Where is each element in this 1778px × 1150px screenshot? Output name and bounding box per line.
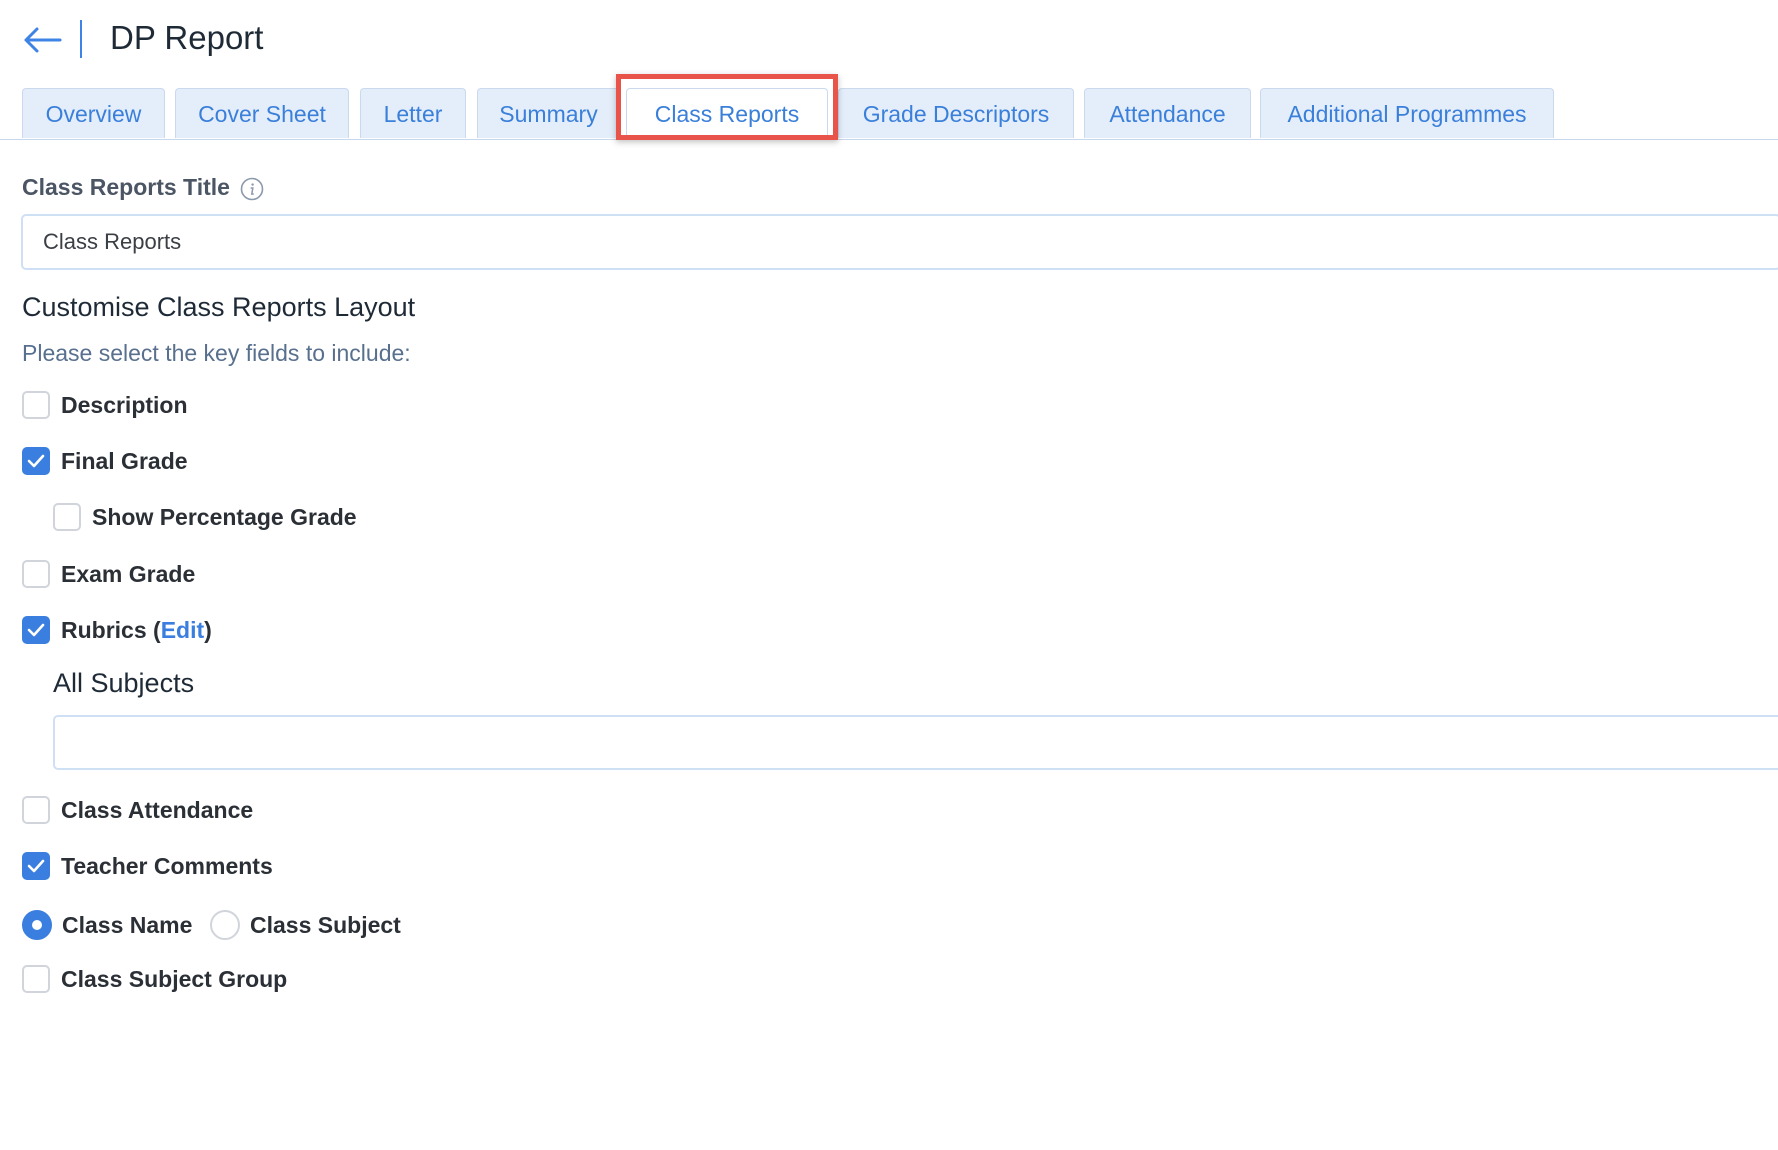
class-name-label: Class Name (62, 911, 193, 938)
class-subject-group-label: Class Subject Group (61, 965, 288, 992)
class-subject-group-option[interactable]: Class Subject Group (22, 965, 287, 993)
class-subject-group-checkbox[interactable] (22, 965, 50, 993)
rubrics-edit-link[interactable]: Edit (161, 617, 204, 644)
all-subjects-heading: All Subjects (53, 668, 195, 698)
tab-overview[interactable]: Overview (22, 88, 165, 138)
tab-class-reports[interactable]: Class Reports (626, 88, 828, 140)
class-subject-option[interactable]: Class Subject (210, 910, 401, 940)
exam-grade-checkbox[interactable] (22, 560, 50, 588)
show-percentage-checkbox[interactable] (53, 503, 81, 531)
tab-attendance[interactable]: Attendance (1084, 88, 1251, 138)
section-title: Customise Class Reports Layout (22, 292, 416, 322)
all-subjects-input[interactable] (53, 715, 1778, 770)
exam-grade-option[interactable]: Exam Grade (22, 560, 195, 588)
checkmark-icon (27, 454, 45, 468)
rubrics-label: Rubrics ( (61, 616, 161, 643)
header-divider (80, 20, 82, 58)
teacher-comments-checkbox[interactable] (22, 852, 50, 880)
checkmark-icon (27, 623, 45, 637)
class-name-option[interactable]: Class Name (22, 910, 192, 940)
class-attendance-option[interactable]: Class Attendance (22, 796, 253, 824)
page-header: DP Report (0, 0, 1778, 80)
tab-grade-descriptors[interactable]: Grade Descriptors (838, 88, 1074, 138)
class-reports-title-label: Class Reports Title (22, 174, 230, 200)
checkmark-icon (27, 859, 45, 873)
description-label: Description (61, 391, 188, 418)
class-reports-title-input[interactable] (21, 214, 1778, 270)
back-arrow-icon[interactable] (22, 26, 62, 54)
teacher-comments-option[interactable]: Teacher Comments (22, 852, 273, 880)
rubrics-checkbox[interactable] (22, 616, 50, 644)
description-checkbox[interactable] (22, 391, 50, 419)
section-subtitle: Please select the key fields to include: (22, 340, 411, 366)
tab-letter[interactable]: Letter (360, 88, 466, 138)
tab-bar: Overview Cover Sheet Letter Summary Clas… (0, 86, 1778, 140)
page-title: DP Report (110, 19, 264, 56)
info-icon[interactable] (240, 177, 264, 201)
show-percentage-option[interactable]: Show Percentage Grade (53, 503, 357, 531)
rubrics-option[interactable]: Rubrics (Edit) (22, 616, 212, 644)
final-grade-checkbox[interactable] (22, 447, 50, 475)
teacher-comments-label: Teacher Comments (61, 852, 273, 879)
exam-grade-label: Exam Grade (61, 560, 196, 587)
class-attendance-label: Class Attendance (61, 796, 254, 823)
rubrics-label-close: ) (204, 616, 212, 643)
description-option[interactable]: Description (22, 391, 188, 419)
tab-additional-programmes[interactable]: Additional Programmes (1260, 88, 1554, 138)
class-name-radio[interactable] (22, 910, 52, 940)
final-grade-option[interactable]: Final Grade (22, 447, 188, 475)
final-grade-label: Final Grade (61, 447, 188, 474)
tab-summary[interactable]: Summary (477, 88, 620, 138)
class-subject-label: Class Subject (250, 911, 401, 938)
class-subject-radio[interactable] (210, 910, 240, 940)
show-percentage-label: Show Percentage Grade (92, 503, 357, 530)
class-attendance-checkbox[interactable] (22, 796, 50, 824)
tab-cover-sheet[interactable]: Cover Sheet (175, 88, 349, 138)
